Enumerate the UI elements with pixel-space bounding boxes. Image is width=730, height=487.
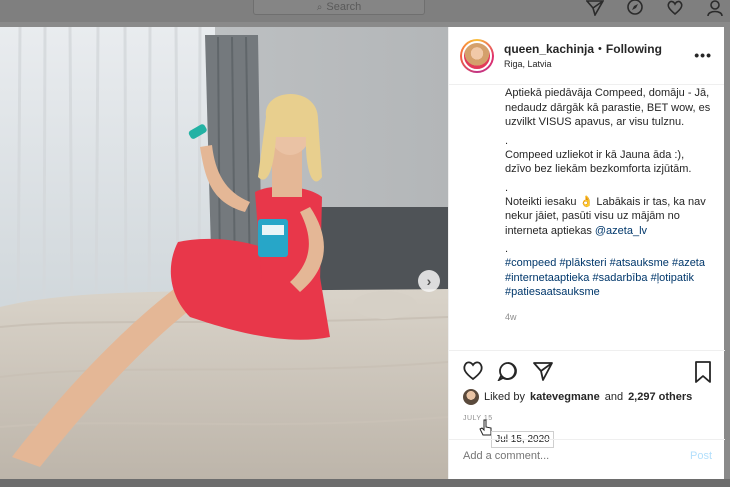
liker-avatar[interactable] (463, 389, 479, 405)
hashtag-link[interactable]: #plāksteri (559, 257, 606, 269)
post-comment-button[interactable]: Post (690, 450, 712, 462)
bookmark-icon[interactable] (694, 361, 712, 383)
hashtags: #compeed #plāksteri #atsauksme #azeta #i… (505, 256, 711, 300)
liked-by-prefix: Liked by (484, 391, 525, 403)
hashtag-link[interactable]: #compeed (505, 257, 556, 269)
caption-paragraph: Aptiekā piedāvāja Compeed, domāju - Jā, … (505, 87, 711, 128)
top-navigation-bar: ⌕ Search (0, 0, 730, 22)
avatar-image (462, 40, 492, 71)
post-photo[interactable]: › (0, 27, 448, 479)
add-comment-input[interactable] (463, 450, 663, 462)
caption-dot: . (505, 134, 509, 147)
caption-paragraph: Compeed uzliekot ir kā Jauna āda :), dzī… (505, 148, 692, 176)
divider (449, 350, 725, 351)
post-details-panel: queen_kachinja • Following Riga, Latvia … (448, 27, 725, 479)
carousel-next-button[interactable]: › (418, 270, 440, 292)
separator-dot: • (598, 43, 602, 55)
more-options-icon[interactable]: ••• (694, 47, 712, 63)
location-link[interactable]: Riga, Latvia (504, 59, 662, 69)
hashtag-link[interactable]: #sadarbība (592, 272, 647, 284)
caption-time-ago: 4w (505, 311, 517, 322)
background-strip (0, 479, 730, 487)
follow-status-button[interactable]: Following (606, 42, 662, 56)
caption-dot: . (505, 243, 509, 255)
search-placeholder: Search (326, 1, 362, 13)
profile-icon[interactable] (706, 0, 724, 16)
heart-icon[interactable] (666, 0, 684, 16)
liker-username[interactable]: katevegmane (530, 391, 600, 403)
post-caption: Aptiekā piedāvāja Compeed, domāju - Jā, … (505, 86, 711, 348)
post-actions (462, 361, 554, 381)
avatar[interactable] (460, 38, 494, 73)
caption-dot: . (505, 181, 509, 194)
divider (449, 439, 725, 440)
search-box[interactable]: ⌕ Search (253, 0, 425, 15)
username-link[interactable]: queen_kachinja (504, 42, 594, 56)
send-icon[interactable] (586, 0, 604, 16)
post-header: queen_kachinja • Following Riga, Latvia … (449, 27, 724, 85)
comment-icon[interactable] (497, 361, 519, 381)
share-icon[interactable] (532, 361, 554, 381)
like-heart-icon[interactable] (462, 361, 484, 381)
nav-icons (586, 0, 724, 16)
hashtag-link[interactable]: #azeta (672, 257, 705, 269)
likes-count-link[interactable]: 2,297 others (628, 391, 692, 403)
liked-by-and: and (604, 391, 624, 403)
search-icon: ⌕ (316, 1, 323, 13)
mention-link[interactable]: @azeta_lv (595, 225, 647, 237)
likes-summary: Liked by katevegmane and 2,297 others (463, 389, 692, 405)
hashtag-link[interactable]: #atsauksme (610, 257, 669, 269)
hashtag-link[interactable]: #patiesaatsauksme (505, 286, 600, 298)
compass-icon[interactable] (626, 0, 644, 16)
hashtag-link[interactable]: #internetaaptieka (505, 272, 589, 284)
hashtag-link[interactable]: #ļotipatik (651, 272, 694, 284)
caption-paragraph: Noteikti iesaku 👌 Labākais ir tas, ka na… (505, 195, 711, 239)
